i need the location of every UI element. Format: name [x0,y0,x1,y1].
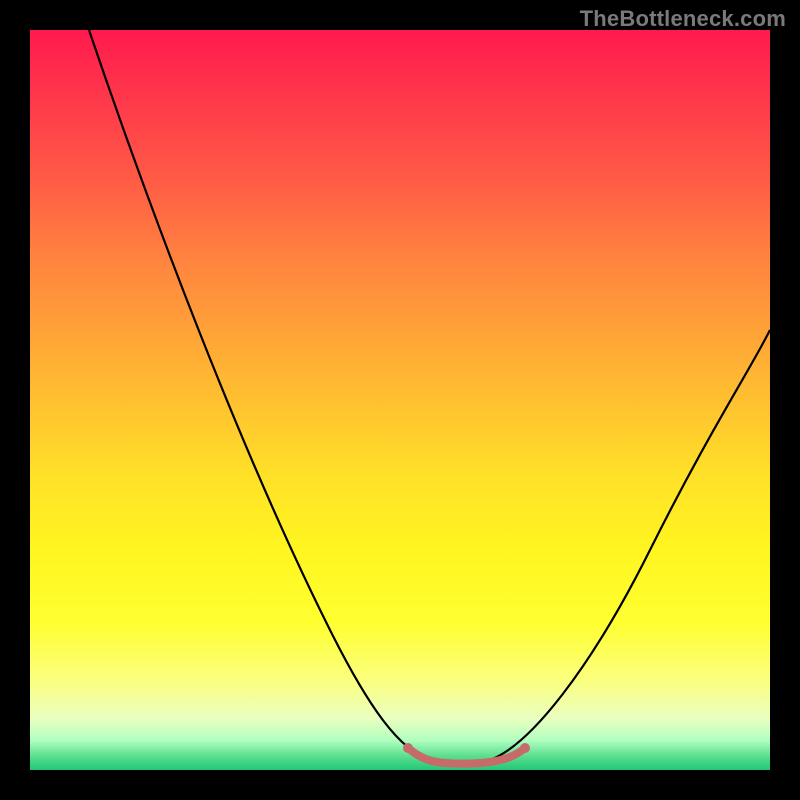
plot-background-gradient [30,30,770,770]
chart-container: TheBottleneck.com [0,0,800,800]
watermark-text: TheBottleneck.com [580,6,786,32]
